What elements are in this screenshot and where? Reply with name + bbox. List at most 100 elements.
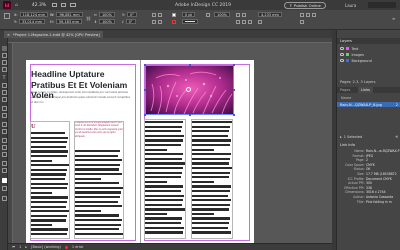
workspace-switcher[interactable]: Laura <box>345 3 356 8</box>
opacity-value[interactable]: 100% <box>214 12 231 17</box>
layer-row[interactable]: Images <box>337 52 400 57</box>
x-position-value[interactable]: 118,124 mm <box>19 12 48 17</box>
auto-fit-icon[interactable] <box>258 20 262 24</box>
fitting-fill-icon[interactable] <box>236 20 240 24</box>
constrain-proportions-icon[interactable]: ⛓ <box>86 16 91 21</box>
expand-link-info-icon[interactable]: ▸ <box>340 135 342 139</box>
note-tool-icon[interactable] <box>1 145 7 150</box>
fitting-center-icon[interactable] <box>248 20 252 24</box>
links-column-name[interactable]: Name <box>341 96 351 100</box>
visibility-eye-icon[interactable] <box>340 47 344 50</box>
y-position-value[interactable]: 33,014 mm <box>18 19 46 24</box>
relink-icon[interactable]: ⟲ <box>395 135 398 139</box>
screen-mode-tool-icon[interactable] <box>1 196 7 201</box>
pencil-tool-icon[interactable] <box>1 97 7 102</box>
type-tool-icon[interactable]: T <box>2 76 7 81</box>
resize-handle-top-left[interactable] <box>144 64 147 67</box>
screen-mode-icon[interactable] <box>61 3 67 7</box>
resize-handle-middle-left[interactable] <box>144 89 147 92</box>
corner-size-value[interactable]: 4,233 mm <box>258 12 282 17</box>
gradient-tool-icon[interactable] <box>1 138 7 143</box>
stroke-type-select[interactable] <box>182 19 198 24</box>
align-center-icon[interactable] <box>306 13 310 17</box>
scissors-tool-icon[interactable] <box>1 122 7 127</box>
panel-menu-icon[interactable]: ≡ <box>392 16 396 21</box>
reference-point-icon[interactable] <box>4 13 10 19</box>
layers-panel-header[interactable]: Layers <box>337 38 400 44</box>
select-content-icon[interactable] <box>158 20 162 24</box>
article-intro[interactable]: Duci corunt. Cerilias, utemquossel enim … <box>31 90 133 105</box>
scale-x-field[interactable]: ⇔ 100% <box>94 12 115 17</box>
resize-handle-bottom-right[interactable] <box>233 114 236 117</box>
next-page-icon[interactable]: ▸ <box>25 245 27 249</box>
fitting-fit-icon[interactable] <box>242 20 246 24</box>
distribute-icon[interactable] <box>300 20 304 24</box>
home-icon[interactable]: ⌂ <box>15 3 18 8</box>
shear-value[interactable]: 0° <box>125 19 136 24</box>
scale-y-value[interactable]: 100% <box>98 19 115 24</box>
publish-online-button[interactable]: ⇪ Publish Online <box>284 2 326 9</box>
tab-pages[interactable]: Pages <box>340 88 350 92</box>
stroke-swatch-icon[interactable] <box>172 20 176 24</box>
rotation-value[interactable]: 0° <box>126 12 137 17</box>
pen-tool-icon[interactable] <box>1 90 7 95</box>
gap-tool-icon[interactable] <box>1 67 7 72</box>
fill-swatch-icon[interactable] <box>172 13 176 17</box>
visibility-eye-icon[interactable] <box>340 53 344 56</box>
text-wrap-icon[interactable] <box>242 13 246 17</box>
horizontal-ruler[interactable] <box>8 38 332 43</box>
shear-field[interactable]: ⫽ 0° <box>122 19 136 24</box>
tab-links[interactable]: Links <box>358 87 373 93</box>
view-mode-icon[interactable] <box>52 3 58 7</box>
first-page-icon[interactable]: ⏮ <box>12 245 15 249</box>
resize-handle-bottom-center[interactable] <box>188 114 191 117</box>
drop-shadow-icon[interactable] <box>236 13 240 17</box>
stroke-weight-field[interactable]: 0 pt <box>182 12 195 17</box>
resize-handle-top-center[interactable] <box>188 64 191 67</box>
stroke-type-field[interactable] <box>182 19 198 24</box>
height-value[interactable]: 59,183 mm <box>55 19 82 24</box>
flip-horizontal-icon[interactable] <box>152 13 156 17</box>
hand-tool-icon[interactable] <box>1 161 7 166</box>
line-tool-icon[interactable] <box>1 83 7 88</box>
close-tab-icon[interactable]: × <box>7 33 10 37</box>
layer-row[interactable]: Text <box>337 46 400 51</box>
resize-handle-bottom-left[interactable] <box>144 114 147 117</box>
align-left-icon[interactable] <box>300 13 304 17</box>
stroke-weight-value[interactable]: 0 pt <box>182 12 195 17</box>
free-transform-tool-icon[interactable] <box>1 129 7 134</box>
scale-x-value[interactable]: 100% <box>98 12 115 17</box>
visibility-eye-icon[interactable] <box>340 59 344 62</box>
width-field[interactable]: W: 96,081 mm <box>50 12 83 17</box>
indesign-app-icon[interactable]: Id <box>3 1 11 9</box>
error-count[interactable]: 1 error <box>72 245 84 249</box>
layer-row[interactable]: Background <box>337 58 400 63</box>
selection-tool-icon[interactable] <box>1 46 7 51</box>
rectangle-frame-tool-icon[interactable] <box>1 106 7 111</box>
corner-size-field[interactable]: 4,233 mm <box>258 12 282 17</box>
scale-y-field[interactable]: ⇕ 100% <box>94 19 115 24</box>
resize-handle-top-right[interactable] <box>233 64 236 67</box>
page-tool-icon[interactable] <box>1 60 7 65</box>
direct-selection-tool-icon[interactable] <box>1 53 7 58</box>
content-grabber-icon[interactable] <box>186 87 191 92</box>
document-tab[interactable]: × *Project 1-Magazine-1.indd @ 42% [GPU … <box>4 31 103 38</box>
height-field[interactable]: H: 59,183 mm <box>50 19 82 24</box>
link-row-selected[interactable]: Rain-N...QZWAX-P_6.jpg 2 <box>337 102 400 107</box>
eyedropper-tool-icon[interactable] <box>1 152 7 157</box>
rotation-field[interactable]: ↻ 0° <box>122 12 137 17</box>
apply-color-icon[interactable] <box>1 186 7 191</box>
adobe-stock-search[interactable] <box>368 2 396 8</box>
page-number[interactable]: 1 <box>19 245 21 249</box>
arrange-documents-icon[interactable] <box>70 3 77 7</box>
zoom-level[interactable]: 42.3% <box>32 3 46 8</box>
fill-stroke-icon[interactable] <box>1 178 7 183</box>
rectangle-tool-icon[interactable] <box>1 113 7 118</box>
y-position-field[interactable]: Y: 33,014 mm <box>14 19 46 24</box>
zoom-tool-icon[interactable] <box>1 168 7 173</box>
effects-fx-icon[interactable] <box>206 13 210 17</box>
select-container-icon[interactable] <box>152 20 156 24</box>
width-value[interactable]: 96,081 mm <box>56 12 83 17</box>
vertical-ruler[interactable] <box>8 43 13 243</box>
flip-vertical-icon[interactable] <box>158 13 162 17</box>
